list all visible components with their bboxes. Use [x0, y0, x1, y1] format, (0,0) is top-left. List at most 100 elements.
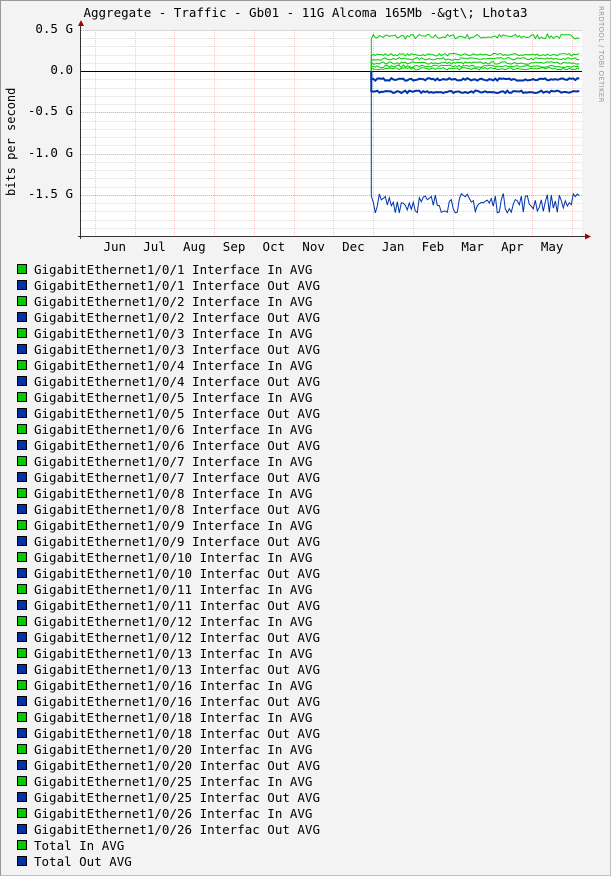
legend-swatch — [17, 616, 27, 626]
legend-label: GigabitEthernet1/0/9 Interface Out AVG — [34, 533, 320, 549]
legend-label: GigabitEthernet1/0/18 Interfac In AVG — [34, 709, 313, 725]
y-axis-arrow — [78, 20, 84, 26]
y-tick-label: -1.0 G — [27, 144, 73, 160]
legend-item: GigabitEthernet1/0/10 Interfac In AVG — [17, 549, 320, 565]
legend-item: GigabitEthernet1/0/20 Interfac Out AVG — [17, 757, 320, 773]
x-tick-label: Dec — [342, 239, 365, 254]
legend-item: GigabitEthernet1/0/10 Interfac Out AVG — [17, 565, 320, 581]
x-tick-label: Jan — [381, 239, 405, 254]
legend-swatch — [17, 664, 27, 674]
grid — [81, 30, 582, 237]
legend-item: GigabitEthernet1/0/18 Interfac In AVG — [17, 709, 320, 725]
legend-swatch — [17, 584, 27, 594]
legend-swatch — [17, 760, 27, 770]
legend-item: GigabitEthernet1/0/25 Interfac In AVG — [17, 773, 320, 789]
legend-label: Total In AVG — [34, 837, 125, 853]
legend-label: GigabitEthernet1/0/12 Interfac In AVG — [34, 613, 313, 629]
legend-label: GigabitEthernet1/0/18 Interfac Out AVG — [34, 725, 320, 741]
legend-label: GigabitEthernet1/0/26 Interfac In AVG — [34, 805, 313, 821]
legend-item: GigabitEthernet1/0/3 Interface In AVG — [17, 325, 320, 341]
x-tick-label: Apr — [501, 239, 524, 254]
legend-swatch — [17, 840, 27, 850]
legend-item: GigabitEthernet1/0/8 Interface Out AVG — [17, 501, 320, 517]
legend-item: GigabitEthernet1/0/13 Interfac In AVG — [17, 645, 320, 661]
legend-swatch — [17, 360, 27, 370]
legend-item: GigabitEthernet1/0/2 Interface In AVG — [17, 293, 320, 309]
legend-swatch — [17, 392, 27, 402]
legend-swatch — [17, 792, 27, 802]
x-tick-label: Nov — [302, 239, 325, 254]
legend-item: GigabitEthernet1/0/25 Interfac Out AVG — [17, 789, 320, 805]
legend-label: GigabitEthernet1/0/4 Interface In AVG — [34, 357, 313, 373]
legend-swatch — [17, 824, 27, 834]
legend-label: GigabitEthernet1/0/16 Interfac In AVG — [34, 677, 313, 693]
legend-label: GigabitEthernet1/0/2 Interface Out AVG — [34, 309, 320, 325]
x-tick-label: Mar — [461, 239, 484, 254]
legend-label: GigabitEthernet1/0/13 Interfac In AVG — [34, 645, 313, 661]
x-tick-label: Jun — [103, 239, 127, 254]
legend-swatch — [17, 488, 27, 498]
legend-item: GigabitEthernet1/0/9 Interface Out AVG — [17, 533, 320, 549]
legend-label: GigabitEthernet1/0/6 Interface Out AVG — [34, 437, 320, 453]
legend-swatch — [17, 728, 27, 738]
legend-label: GigabitEthernet1/0/3 Interface In AVG — [34, 325, 313, 341]
legend-item: GigabitEthernet1/0/11 Interfac Out AVG — [17, 597, 320, 613]
legend-label: GigabitEthernet1/0/13 Interfac Out AVG — [34, 661, 320, 677]
y-tick-label: 0.5 G — [35, 21, 73, 36]
legend-label: GigabitEthernet1/0/7 Interface Out AVG — [34, 469, 320, 485]
legend-item: GigabitEthernet1/0/13 Interfac Out AVG — [17, 661, 320, 677]
legend-swatch — [17, 632, 27, 642]
legend-swatch — [17, 264, 27, 274]
legend-label: GigabitEthernet1/0/8 Interface In AVG — [34, 485, 313, 501]
legend-swatch — [17, 568, 27, 578]
x-axis-arrow — [585, 233, 591, 240]
x-tick-label: May — [540, 239, 564, 254]
x-tick-label: Jul — [143, 239, 166, 254]
plot-background — [81, 30, 582, 236]
legend-item: GigabitEthernet1/0/1 Interface Out AVG — [17, 277, 320, 293]
legend-label: GigabitEthernet1/0/9 Interface In AVG — [34, 517, 313, 533]
legend-item: GigabitEthernet1/0/11 Interfac In AVG — [17, 581, 320, 597]
legend-item: GigabitEthernet1/0/6 Interface Out AVG — [17, 437, 320, 453]
legend-swatch — [17, 456, 27, 466]
x-tick-label: Sep — [222, 239, 246, 254]
legend-label: Total Out AVG — [34, 853, 132, 869]
legend-label: GigabitEthernet1/0/1 Interface In AVG — [34, 261, 313, 277]
legend-label: GigabitEthernet1/0/11 Interfac Out AVG — [34, 597, 320, 613]
legend-swatch — [17, 520, 27, 530]
legend-swatch — [17, 536, 27, 546]
legend-label: GigabitEthernet1/0/5 Interface In AVG — [34, 389, 313, 405]
legend-item: GigabitEthernet1/0/12 Interfac Out AVG — [17, 629, 320, 645]
legend-item: GigabitEthernet1/0/7 Interface Out AVG — [17, 469, 320, 485]
legend-label: GigabitEthernet1/0/4 Interface Out AVG — [34, 373, 320, 389]
legend-item: GigabitEthernet1/0/16 Interfac Out AVG — [17, 693, 320, 709]
legend-swatch — [17, 472, 27, 482]
x-tick-label: Aug — [183, 239, 206, 254]
legend-swatch — [17, 408, 27, 418]
legend-swatch — [17, 552, 27, 562]
legend-swatch — [17, 696, 27, 706]
legend-item: GigabitEthernet1/0/16 Interfac In AVG — [17, 677, 320, 693]
legend-swatch — [17, 376, 27, 386]
legend-item: GigabitEthernet1/0/2 Interface Out AVG — [17, 309, 320, 325]
legend-item: GigabitEthernet1/0/20 Interfac In AVG — [17, 741, 320, 757]
legend-swatch — [17, 856, 27, 866]
legend-swatch — [17, 296, 27, 306]
y-tick-label: -0.5 G — [27, 103, 73, 119]
legend-swatch — [17, 344, 27, 354]
legend: GigabitEthernet1/0/1 Interface In AVG Gig… — [17, 261, 320, 869]
legend-swatch — [17, 808, 27, 818]
legend-swatch — [17, 776, 27, 786]
legend-item: GigabitEthernet1/0/12 Interfac In AVG — [17, 613, 320, 629]
legend-item: GigabitEthernet1/0/3 Interface Out AVG — [17, 341, 320, 357]
y-tick-label: -1.5 G — [27, 185, 73, 201]
legend-swatch — [17, 328, 27, 338]
legend-label: GigabitEthernet1/0/1 Interface Out AVG — [34, 277, 320, 293]
legend-item: GigabitEthernet1/0/26 Interfac Out AVG — [17, 821, 320, 837]
legend-item: GigabitEthernet1/0/8 Interface In AVG — [17, 485, 320, 501]
legend-label: GigabitEthernet1/0/11 Interfac In AVG — [34, 581, 313, 597]
legend-swatch — [17, 440, 27, 450]
legend-item: Total Out AVG — [17, 853, 320, 869]
legend-item: Total In AVG — [17, 837, 320, 853]
legend-label: GigabitEthernet1/0/20 Interfac Out AVG — [34, 757, 320, 773]
